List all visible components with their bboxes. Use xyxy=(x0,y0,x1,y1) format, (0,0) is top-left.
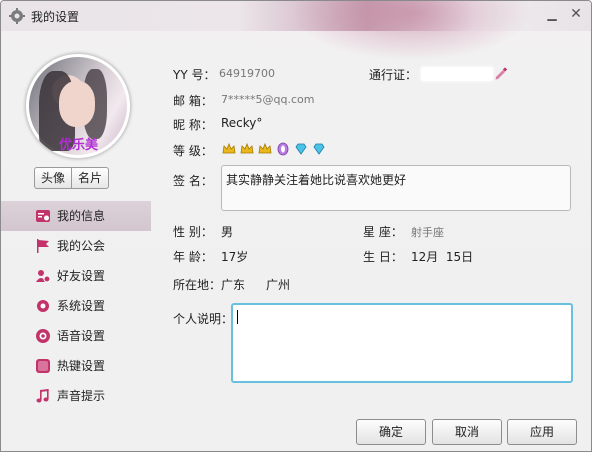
avatar-button[interactable]: 头像 xyxy=(34,167,73,189)
sidebar-item-hotkey-settings[interactable]: 热键设置 xyxy=(1,351,151,381)
sidebar-item-my-guild[interactable]: 我的公会 xyxy=(1,231,151,261)
nickname-value: Recky° xyxy=(221,116,263,130)
card-button[interactable]: 名片 xyxy=(72,167,110,189)
email-label: 邮 箱： xyxy=(173,94,213,108)
sidebar-item-label: 我的信息 xyxy=(57,209,106,223)
apply-button[interactable]: 应用 xyxy=(507,419,577,445)
title-bar: 我的设置 ▁ ✕ xyxy=(1,1,591,61)
sidebar-item-my-info[interactable]: 我的信息 xyxy=(1,201,151,231)
crown-icon xyxy=(222,142,236,154)
signature-label: 签 名： xyxy=(173,174,213,188)
yy-number-value: 64919700 xyxy=(219,67,275,80)
ok-button[interactable]: 确定 xyxy=(356,419,426,445)
diamond-icon xyxy=(295,143,307,155)
description-label: 个人说明： xyxy=(173,312,234,326)
speaker-icon xyxy=(36,329,50,343)
edit-pencil-icon[interactable] xyxy=(494,66,508,80)
settings-gear-icon xyxy=(9,8,25,24)
sidebar-nav: 我的信息 我的公会 好友设置 系统设置 语音设置 热键设置 声音提示 xyxy=(1,201,151,411)
settings-window: 我的设置 ▁ ✕ 优乐美 头像 名片 我的信息 我的公会 好友设置 系统设置 语… xyxy=(0,0,592,452)
minimize-icon[interactable]: ▁ xyxy=(544,7,560,23)
sidebar-item-label: 热键设置 xyxy=(57,359,106,373)
diamond-icon xyxy=(313,143,325,155)
age-label: 年 龄： xyxy=(173,250,213,264)
location-label: 所在地： xyxy=(173,278,222,292)
birthday-value: 12月 15日 xyxy=(411,250,474,264)
friends-gear-icon xyxy=(36,270,51,283)
gear-icon xyxy=(37,300,49,312)
signature-field[interactable]: 其实静静关注着她比说喜欢她更好 xyxy=(221,165,571,211)
gender-value: 男 xyxy=(221,225,234,239)
sidebar-item-system-settings[interactable]: 系统设置 xyxy=(1,291,151,321)
avatar-caption: 优乐美 xyxy=(59,138,99,153)
avatar-button-group: 头像 名片 xyxy=(34,167,110,189)
sidebar-item-label: 声音提示 xyxy=(57,389,106,403)
age-value: 17岁 xyxy=(221,250,249,264)
crown-icon xyxy=(240,142,254,154)
moon-icon xyxy=(277,142,289,156)
passport-value-redacted xyxy=(421,67,493,81)
sidebar-item-friend-settings[interactable]: 好友设置 xyxy=(1,261,151,291)
music-note-icon xyxy=(36,389,49,403)
yy-number-label: YY 号： xyxy=(173,68,216,82)
email-value: 7*****5@qq.com xyxy=(221,93,315,106)
zodiac-label: 星 座： xyxy=(363,225,403,239)
cancel-button[interactable]: 取消 xyxy=(432,419,502,445)
flag-icon xyxy=(37,239,49,253)
profile-panel: YY 号： 64919700 通行证： 邮 箱： 7*****5@qq.com … xyxy=(151,31,591,451)
zodiac-value: 射手座 xyxy=(411,226,444,239)
profile-card-icon xyxy=(36,210,50,222)
close-icon[interactable]: ✕ xyxy=(568,6,584,22)
sidebar-item-voice-settings[interactable]: 语音设置 xyxy=(1,321,151,351)
text-cursor xyxy=(237,310,238,324)
birthday-label: 生 日： xyxy=(363,250,403,264)
description-textarea[interactable] xyxy=(231,303,573,383)
nickname-label: 昵 称： xyxy=(173,118,213,132)
sidebar-item-label: 我的公会 xyxy=(57,239,106,253)
level-badges xyxy=(222,142,328,156)
sidebar-item-label: 语音设置 xyxy=(57,329,106,343)
window-title: 我的设置 xyxy=(31,10,80,24)
sidebar-item-label: 系统设置 xyxy=(57,299,106,313)
location-city: 广州 xyxy=(266,278,291,292)
avatar[interactable]: 优乐美 xyxy=(25,53,131,159)
passport-label: 通行证： xyxy=(369,68,418,82)
location-province: 广东 xyxy=(221,278,246,292)
keyboard-icon xyxy=(36,359,50,373)
gender-label: 性 别： xyxy=(173,225,213,239)
sidebar-item-label: 好友设置 xyxy=(57,269,106,283)
sidebar: 优乐美 头像 名片 我的信息 我的公会 好友设置 系统设置 语音设置 热键设置 … xyxy=(1,31,151,451)
crown-icon xyxy=(258,142,272,154)
level-label: 等 级： xyxy=(173,144,213,158)
signature-value: 其实静静关注着她比说喜欢她更好 xyxy=(226,173,407,187)
sidebar-item-sound-alerts[interactable]: 声音提示 xyxy=(1,381,151,411)
